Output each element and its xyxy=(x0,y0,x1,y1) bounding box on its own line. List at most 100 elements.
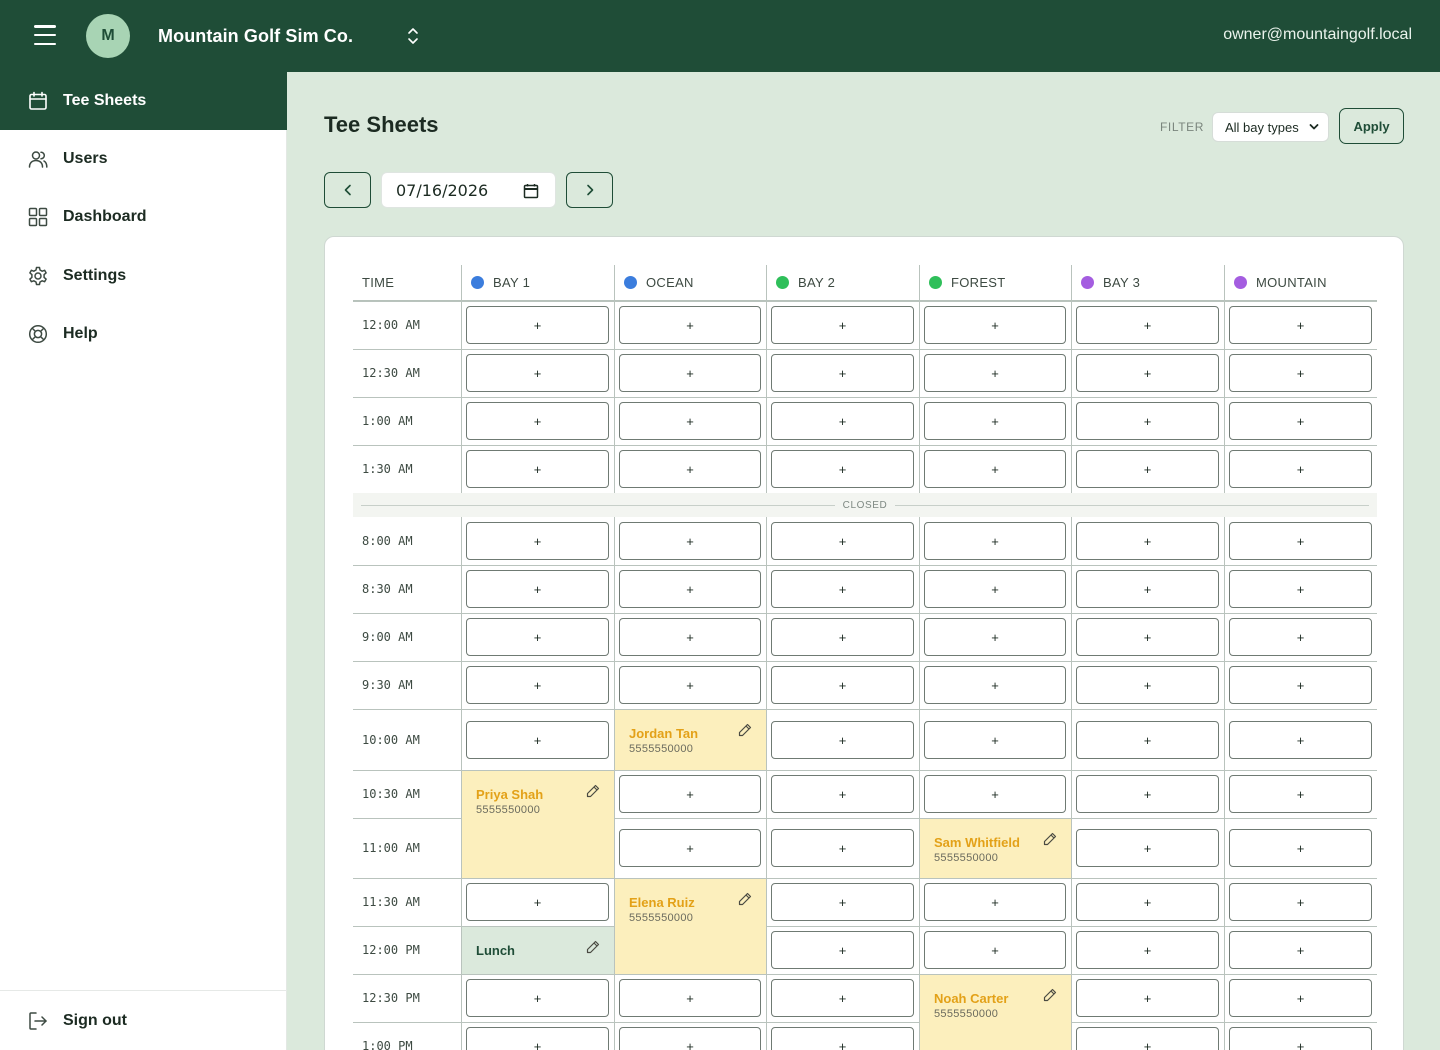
add-booking-button[interactable]: + xyxy=(924,570,1066,608)
add-booking-button[interactable]: + xyxy=(771,979,914,1017)
add-booking-button[interactable]: + xyxy=(1229,522,1372,560)
booking-card[interactable]: Jordan Tan 5555550000 xyxy=(615,710,766,770)
add-booking-button[interactable]: + xyxy=(619,666,761,704)
sidebar-item-tee-sheets[interactable]: Tee Sheets xyxy=(0,72,287,130)
add-booking-button[interactable]: + xyxy=(924,618,1066,656)
add-booking-button[interactable]: + xyxy=(1229,618,1372,656)
add-booking-button[interactable]: + xyxy=(924,775,1066,813)
add-booking-button[interactable]: + xyxy=(771,450,914,488)
add-booking-button[interactable]: + xyxy=(1229,570,1372,608)
add-booking-button[interactable]: + xyxy=(771,775,914,813)
add-booking-button[interactable]: + xyxy=(771,522,914,560)
add-booking-button[interactable]: + xyxy=(1076,1027,1219,1050)
add-booking-button[interactable]: + xyxy=(924,883,1066,921)
add-booking-button[interactable]: + xyxy=(924,721,1066,759)
add-booking-button[interactable]: + xyxy=(771,402,914,440)
add-booking-button[interactable]: + xyxy=(1076,402,1219,440)
chevron-up-down-icon[interactable] xyxy=(405,26,421,46)
add-booking-button[interactable]: + xyxy=(771,666,914,704)
add-booking-button[interactable]: + xyxy=(466,618,609,656)
add-booking-button[interactable]: + xyxy=(466,570,609,608)
add-booking-button[interactable]: + xyxy=(466,306,609,344)
add-booking-button[interactable]: + xyxy=(1076,721,1219,759)
add-booking-button[interactable]: + xyxy=(619,829,761,867)
add-booking-button[interactable]: + xyxy=(771,306,914,344)
add-booking-button[interactable]: + xyxy=(1076,979,1219,1017)
add-booking-button[interactable]: + xyxy=(466,1027,609,1050)
avatar[interactable]: M xyxy=(86,14,130,58)
add-booking-button[interactable]: + xyxy=(771,883,914,921)
add-booking-button[interactable]: + xyxy=(466,522,609,560)
add-booking-button[interactable]: + xyxy=(1229,931,1372,969)
booking-card[interactable]: Sam Whitfield 5555550000 xyxy=(920,819,1071,878)
add-booking-button[interactable]: + xyxy=(1229,979,1372,1017)
add-booking-button[interactable]: + xyxy=(1229,402,1372,440)
add-booking-button[interactable]: + xyxy=(619,570,761,608)
add-booking-button[interactable]: + xyxy=(1076,306,1219,344)
pencil-icon[interactable] xyxy=(1043,832,1057,846)
add-booking-button[interactable]: + xyxy=(1076,666,1219,704)
booking-card[interactable]: Noah Carter 5555550000 xyxy=(920,975,1071,1050)
add-booking-button[interactable]: + xyxy=(619,402,761,440)
sidebar-item-dashboard[interactable]: Dashboard xyxy=(0,188,287,246)
next-day-button[interactable] xyxy=(566,172,613,208)
add-booking-button[interactable]: + xyxy=(1229,883,1372,921)
add-booking-button[interactable]: + xyxy=(619,450,761,488)
bay-type-filter-select[interactable]: All bay types xyxy=(1212,112,1329,142)
apply-filter-button[interactable]: Apply xyxy=(1339,108,1404,144)
add-booking-button[interactable]: + xyxy=(924,666,1066,704)
pencil-icon[interactable] xyxy=(1043,988,1057,1002)
add-booking-button[interactable]: + xyxy=(619,618,761,656)
booking-card[interactable]: Elena Ruiz 5555550000 xyxy=(615,879,766,974)
sidebar-item-settings[interactable]: Settings xyxy=(0,247,287,305)
add-booking-button[interactable]: + xyxy=(466,721,609,759)
add-booking-button[interactable]: + xyxy=(1076,775,1219,813)
add-booking-button[interactable]: + xyxy=(466,450,609,488)
previous-day-button[interactable] xyxy=(324,172,371,208)
add-booking-button[interactable]: + xyxy=(1076,354,1219,392)
add-booking-button[interactable]: + xyxy=(466,979,609,1017)
add-booking-button[interactable]: + xyxy=(619,1027,761,1050)
add-booking-button[interactable]: + xyxy=(924,931,1066,969)
sidebar-item-users[interactable]: Users xyxy=(0,130,287,188)
pencil-icon[interactable] xyxy=(738,723,752,737)
add-booking-button[interactable]: + xyxy=(771,570,914,608)
add-booking-button[interactable]: + xyxy=(924,522,1066,560)
add-booking-button[interactable]: + xyxy=(1076,570,1219,608)
add-booking-button[interactable]: + xyxy=(1229,829,1372,867)
add-booking-button[interactable]: + xyxy=(1229,721,1372,759)
add-booking-button[interactable]: + xyxy=(1229,1027,1372,1050)
menu-icon[interactable] xyxy=(34,25,56,45)
add-booking-button[interactable]: + xyxy=(771,618,914,656)
add-booking-button[interactable]: + xyxy=(1076,522,1219,560)
add-booking-button[interactable]: + xyxy=(1229,775,1372,813)
user-email[interactable]: owner@mountaingolf.local xyxy=(1223,26,1412,44)
add-booking-button[interactable]: + xyxy=(466,402,609,440)
add-booking-button[interactable]: + xyxy=(771,1027,914,1050)
add-booking-button[interactable]: + xyxy=(1229,354,1372,392)
sidebar-item-help[interactable]: Help xyxy=(0,305,287,363)
add-booking-button[interactable]: + xyxy=(1076,618,1219,656)
add-booking-button[interactable]: + xyxy=(1076,829,1219,867)
add-booking-button[interactable]: + xyxy=(1076,883,1219,921)
pencil-icon[interactable] xyxy=(738,892,752,906)
sign-out-button[interactable]: Sign out xyxy=(0,992,287,1050)
add-booking-button[interactable]: + xyxy=(924,450,1066,488)
add-booking-button[interactable]: + xyxy=(619,354,761,392)
add-booking-button[interactable]: + xyxy=(924,306,1066,344)
add-booking-button[interactable]: + xyxy=(619,979,761,1017)
add-booking-button[interactable]: + xyxy=(619,775,761,813)
date-input[interactable]: 07/16/2026 xyxy=(381,172,556,208)
add-booking-button[interactable]: + xyxy=(924,354,1066,392)
add-booking-button[interactable]: + xyxy=(619,522,761,560)
add-booking-button[interactable]: + xyxy=(771,931,914,969)
pencil-icon[interactable] xyxy=(586,940,600,954)
add-booking-button[interactable]: + xyxy=(924,402,1066,440)
add-booking-button[interactable]: + xyxy=(771,721,914,759)
pencil-icon[interactable] xyxy=(586,784,600,798)
booking-card[interactable]: Priya Shah 5555550000 xyxy=(462,771,614,878)
add-booking-button[interactable]: + xyxy=(466,883,609,921)
block-out-card[interactable]: Lunch xyxy=(462,927,614,974)
add-booking-button[interactable]: + xyxy=(1229,666,1372,704)
add-booking-button[interactable]: + xyxy=(1229,450,1372,488)
